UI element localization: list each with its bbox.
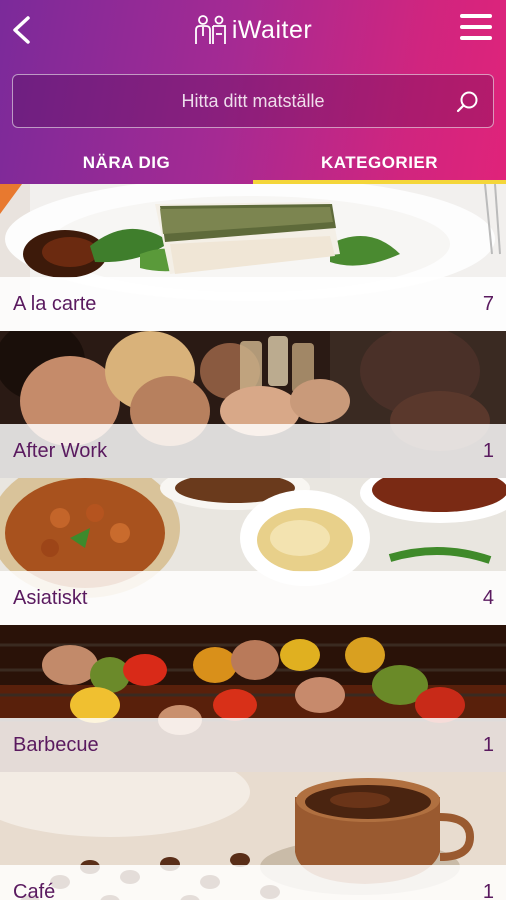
category-name: Café (13, 880, 56, 900)
app-logo: iWaiter (0, 10, 506, 50)
tab-bar: NÄRA DIG KATEGORIER (0, 142, 506, 184)
category-list: A la carte 7 After Work 1 Asiatiskt 4 Ba… (0, 184, 506, 900)
search-input[interactable] (13, 75, 493, 127)
category-count: 4 (482, 586, 494, 609)
category-bar: Café 1 (0, 865, 506, 900)
category-item[interactable]: Asiatiskt 4 (0, 478, 506, 625)
category-bar: After Work 1 (0, 424, 506, 478)
category-name: Barbecue (13, 733, 99, 756)
category-bar: A la carte 7 (0, 277, 506, 331)
waiter-logo-icon (194, 15, 226, 44)
category-count: 1 (482, 880, 494, 900)
category-count: 7 (482, 292, 494, 315)
search-box (12, 74, 494, 128)
search-icon[interactable] (455, 89, 481, 115)
app-title: iWaiter (231, 15, 313, 44)
category-name: Asiatiskt (13, 586, 88, 609)
category-name: After Work (13, 439, 108, 462)
tab-nearby[interactable]: NÄRA DIG (0, 142, 253, 184)
category-count: 1 (482, 439, 494, 462)
category-item[interactable]: Barbecue 1 (0, 625, 506, 772)
tab-categories[interactable]: KATEGORIER (253, 142, 506, 184)
app-header: iWaiter NÄRA DIG KATEGORIER (0, 0, 506, 184)
category-item[interactable]: A la carte 7 (0, 184, 506, 331)
category-bar: Asiatiskt 4 (0, 571, 506, 625)
category-item[interactable]: Café 1 (0, 772, 506, 900)
tab-nearby-label: NÄRA DIG (82, 153, 171, 172)
category-item[interactable]: After Work 1 (0, 331, 506, 478)
category-count: 1 (482, 733, 494, 756)
category-name: A la carte (13, 292, 97, 315)
tab-categories-label: KATEGORIER (320, 153, 439, 172)
menu-button[interactable] (460, 14, 494, 44)
category-bar: Barbecue 1 (0, 718, 506, 772)
hamburger-menu-icon (460, 14, 494, 40)
top-bar: iWaiter (0, 0, 506, 64)
